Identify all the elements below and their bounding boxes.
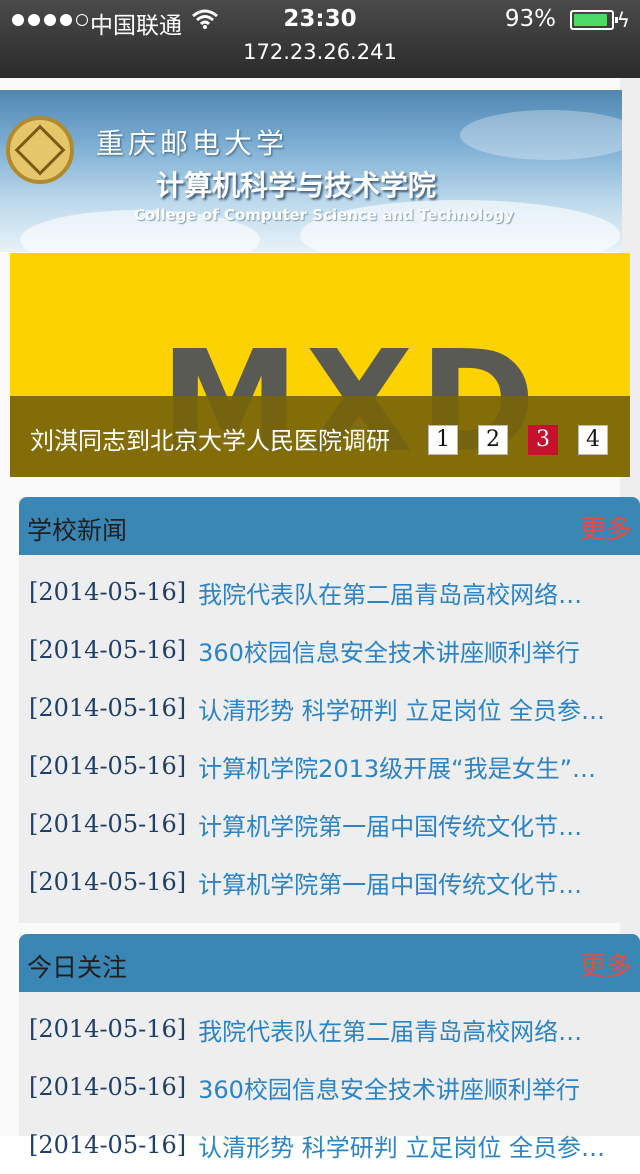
news-date: [2014-05-16] (29, 868, 187, 896)
school-news-header: 学校新闻 更多 (19, 497, 640, 555)
news-link[interactable]: 计算机学院第一届中国传统文化节… (198, 807, 582, 842)
college-name-en: College of Computer Science and Technolo… (134, 206, 514, 224)
news-date: [2014-05-16] (29, 1015, 187, 1043)
slider-page-2[interactable]: 2 (478, 425, 508, 455)
news-date: [2014-05-16] (29, 578, 187, 606)
slide-caption[interactable]: 刘淇同志到北京大学人民医院调研 (30, 421, 430, 456)
charging-icon: ϟ (616, 8, 630, 32)
news-link[interactable]: 我院代表队在第二届青岛高校网络… (198, 1012, 582, 1047)
news-item[interactable]: [2014-05-16] 认清形势 科学研判 立足岗位 全员参… (19, 679, 640, 737)
news-item[interactable]: [2014-05-16] 认清形势 科学研判 立足岗位 全员参… (19, 1116, 640, 1174)
slider-page-1[interactable]: 1 (428, 425, 458, 455)
school-news-more-link[interactable]: 更多 (580, 509, 632, 546)
news-date: [2014-05-16] (29, 636, 187, 664)
news-link[interactable]: 我院代表队在第二届青岛高校网络… (198, 575, 582, 610)
university-emblem-icon (6, 116, 74, 184)
news-date: [2014-05-16] (29, 694, 187, 722)
news-link[interactable]: 360校园信息安全技术讲座顺利举行 (198, 633, 580, 668)
battery-icon (570, 10, 618, 30)
news-date: [2014-05-16] (29, 752, 187, 780)
university-name: 重庆邮电大学 (96, 127, 289, 160)
address-bar[interactable]: 172.23.26.241 (0, 40, 640, 64)
page-content: 重庆邮电大学 计算机科学与技术学院 College of Computer Sc… (0, 78, 640, 1162)
slide-caption-bar: 刘淇同志到北京大学人民医院调研 1 2 3 4 (10, 396, 630, 477)
today-focus-more-link[interactable]: 更多 (580, 946, 632, 983)
news-link[interactable]: 计算机学院第一届中国传统文化节… (198, 865, 582, 900)
news-item[interactable]: [2014-05-16] 计算机学院2013级开展“我是女生”… (19, 737, 640, 795)
today-focus-panel: 今日关注 更多 [2014-05-16] 我院代表队在第二届青岛高校网络… [2… (19, 934, 640, 1162)
school-news-list: [2014-05-16] 我院代表队在第二届青岛高校网络… [2014-05-1… (19, 555, 640, 911)
news-link[interactable]: 认清形势 科学研判 立足岗位 全员参… (198, 691, 605, 726)
status-bar: 中国联通 23:30 93% ϟ (0, 0, 640, 40)
school-news-title: 学校新闻 (27, 516, 128, 545)
news-item[interactable]: [2014-05-16] 计算机学院第一届中国传统文化节… (19, 853, 640, 911)
college-header-banner[interactable]: 重庆邮电大学 计算机科学与技术学院 College of Computer Sc… (0, 90, 622, 252)
slider-page-3[interactable]: 3 (528, 425, 558, 455)
news-date: [2014-05-16] (29, 1073, 187, 1101)
news-link[interactable]: 360校园信息安全技术讲座顺利举行 (198, 1070, 580, 1105)
today-focus-list: [2014-05-16] 我院代表队在第二届青岛高校网络… [2014-05-1… (19, 992, 640, 1174)
news-link[interactable]: 认清形势 科学研判 立足岗位 全员参… (198, 1128, 605, 1163)
browser-chrome: 中国联通 23:30 93% ϟ 172.23.26.241 (0, 0, 640, 78)
news-slider[interactable]: MXD 刘淇同志到北京大学人民医院调研 1 2 3 4 (10, 253, 630, 477)
news-item[interactable]: [2014-05-16] 我院代表队在第二届青岛高校网络… (19, 563, 640, 621)
news-item[interactable]: [2014-05-16] 360校园信息安全技术讲座顺利举行 (19, 1058, 640, 1116)
today-focus-header: 今日关注 更多 (19, 934, 640, 992)
news-item[interactable]: [2014-05-16] 360校园信息安全技术讲座顺利举行 (19, 621, 640, 679)
news-date: [2014-05-16] (29, 1131, 187, 1159)
news-item[interactable]: [2014-05-16] 计算机学院第一届中国传统文化节… (19, 795, 640, 853)
news-item[interactable]: [2014-05-16] 我院代表队在第二届青岛高校网络… (19, 1000, 640, 1058)
today-focus-title: 今日关注 (27, 953, 128, 982)
news-link[interactable]: 计算机学院2013级开展“我是女生”… (198, 749, 596, 784)
news-date: [2014-05-16] (29, 810, 187, 838)
college-name-cn: 计算机科学与技术学院 (156, 169, 437, 202)
slider-page-4[interactable]: 4 (578, 425, 608, 455)
school-news-panel: 学校新闻 更多 [2014-05-16] 我院代表队在第二届青岛高校网络… [2… (19, 497, 640, 923)
battery-percentage: 93% (504, 6, 556, 32)
